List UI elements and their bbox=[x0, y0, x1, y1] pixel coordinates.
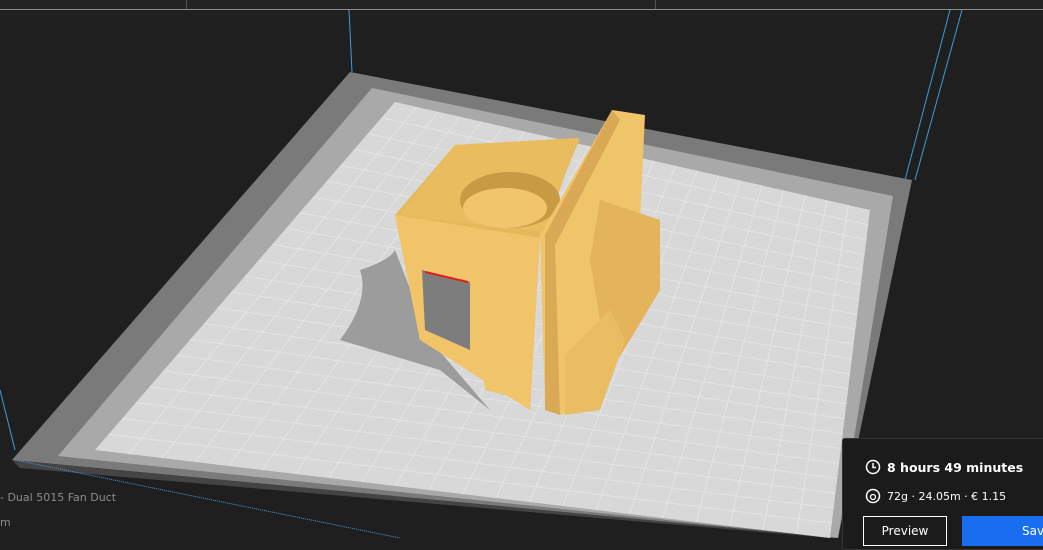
save-button[interactable]: Sav bbox=[962, 516, 1043, 546]
preview-button[interactable]: Preview bbox=[863, 516, 947, 546]
print-summary-panel: 8 hours 49 minutes 72g · 24.05m · € 1.15… bbox=[842, 438, 1043, 550]
divider bbox=[186, 0, 187, 9]
print-time-row: 8 hours 49 minutes bbox=[865, 459, 1023, 475]
divider bbox=[655, 0, 656, 9]
object-name: - Dual 5015 Fan Duct bbox=[0, 491, 117, 504]
material-usage: 72g · 24.05m · € 1.15 bbox=[887, 489, 1007, 503]
print-time: 8 hours 49 minutes bbox=[887, 459, 1024, 475]
filament-spool-icon bbox=[865, 488, 881, 504]
material-row: 72g · 24.05m · € 1.15 bbox=[865, 488, 1006, 504]
clock-icon bbox=[865, 459, 881, 475]
object-dimensions: m bbox=[0, 516, 11, 529]
top-bar bbox=[0, 0, 1043, 10]
